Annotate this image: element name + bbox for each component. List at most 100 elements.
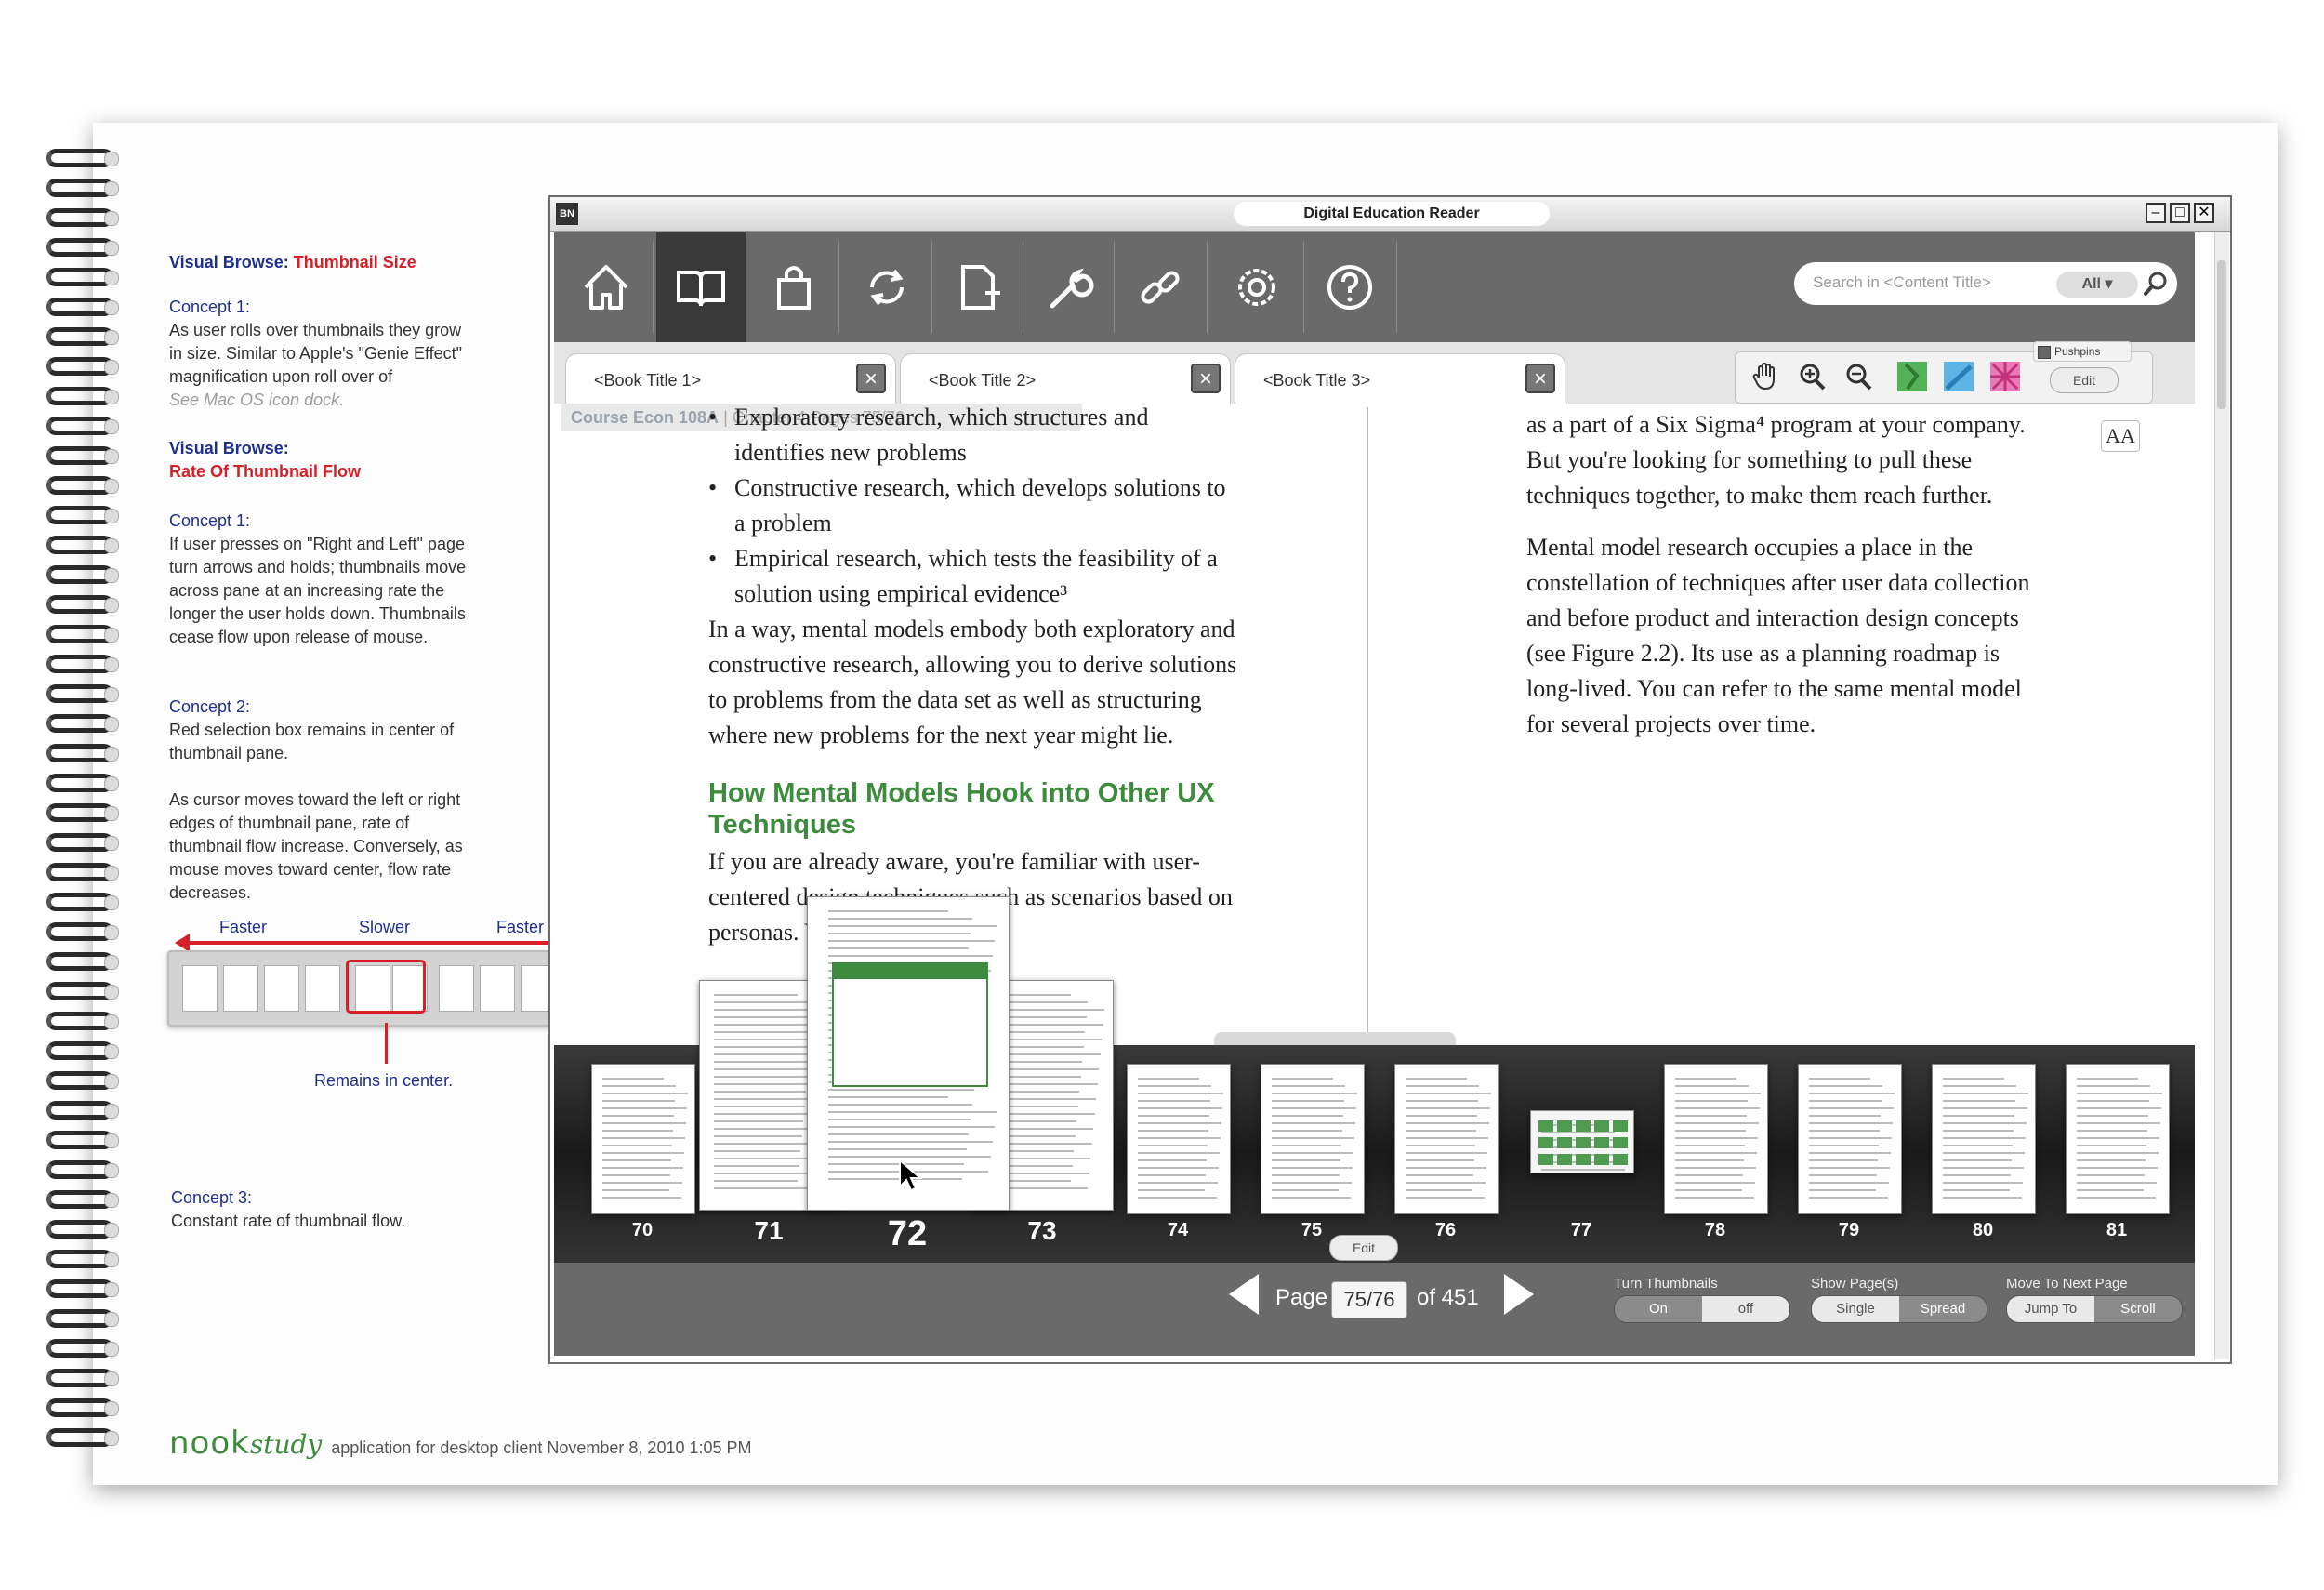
minimize-button[interactable]: – [2146, 203, 2166, 223]
thumbnail[interactable] [1261, 1064, 1365, 1214]
add-note-button[interactable] [933, 232, 1023, 342]
page-number-input[interactable]: 75/76 [1331, 1281, 1407, 1318]
text-line [1272, 1197, 1351, 1199]
text-line [1138, 1159, 1207, 1161]
tab-label: <Book Title 1> [594, 371, 702, 390]
library-button[interactable] [656, 232, 746, 342]
text-line [2077, 1100, 2150, 1102]
spread-page-option[interactable]: Spread [1899, 1296, 1987, 1322]
close-tab-button[interactable]: × [1191, 364, 1221, 393]
search-field[interactable]: Search in <Content Title> All ▾ [1794, 262, 2177, 305]
sync-button[interactable] [842, 232, 931, 342]
hand-icon [1752, 362, 1775, 391]
brand-logo-study: study [249, 1429, 323, 1460]
text-line [1406, 1107, 1491, 1109]
text-line [2077, 1159, 2146, 1161]
shop-button[interactable] [749, 232, 838, 342]
tab-label: <Book Title 2> [929, 371, 1037, 390]
thumbnail[interactable] [1127, 1064, 1231, 1214]
tools-button[interactable] [1024, 232, 1114, 342]
turn-thumbnails-toggle: On off [1614, 1295, 1790, 1323]
search-icon[interactable] [2142, 270, 2170, 298]
text-line [1272, 1130, 1342, 1132]
diagram-box [1557, 1120, 1572, 1132]
search-scope-dropdown[interactable]: All ▾ [2056, 272, 2138, 298]
text-line [1675, 1093, 1762, 1094]
pushpins-checkbox[interactable]: Pushpins [2033, 341, 2132, 362]
link-button[interactable] [1116, 232, 1205, 342]
text-line [1943, 1115, 2014, 1117]
vertical-scrollbar[interactable] [2214, 232, 2229, 1359]
tab-book-2[interactable]: <Book Title 2> × [900, 353, 1231, 404]
font-size-button[interactable]: AA [2101, 420, 2140, 452]
toggle-off-option[interactable]: off [1702, 1296, 1789, 1322]
text-line [1272, 1152, 1353, 1154]
next-page-button[interactable] [1504, 1274, 1534, 1315]
zoom-in-button[interactable] [1793, 358, 1830, 395]
text-line [827, 955, 993, 957]
text-line [1809, 1167, 1890, 1169]
pan-tool-button[interactable] [1747, 358, 1784, 395]
thumbnail-page-number: 72 [887, 1214, 928, 1253]
binding-hole [104, 568, 119, 583]
text-line [827, 918, 973, 920]
text-line [1138, 1100, 1211, 1102]
tab-book-3[interactable]: <Book Title 3> × [1235, 353, 1565, 404]
text-line [2077, 1145, 2146, 1146]
mouse-cursor-icon [898, 1158, 923, 1197]
previous-page-button[interactable] [1229, 1274, 1259, 1315]
footer-text: application for desktop client November … [331, 1438, 752, 1457]
text-line [1138, 1107, 1223, 1109]
toolbar-separator [838, 242, 839, 333]
text-line [1272, 1137, 1355, 1139]
view-tools: Pushpins Edit [1735, 341, 2153, 404]
close-tab-button[interactable]: × [1525, 364, 1555, 393]
thumbnail[interactable] [2066, 1064, 2170, 1214]
thumbnail-page-number: 76 [1434, 1220, 1457, 1240]
text-line [1138, 1189, 1205, 1191]
binding-hole [104, 1133, 119, 1148]
help-button[interactable] [1305, 232, 1394, 342]
thumbnail[interactable] [1798, 1064, 1902, 1214]
text-line [714, 1046, 811, 1048]
green-pushpin-button[interactable] [1894, 358, 1931, 395]
binding-hole [104, 449, 119, 464]
thumbnail[interactable] [1394, 1064, 1499, 1214]
maximize-button[interactable]: □ [2170, 203, 2190, 223]
settings-button[interactable] [1212, 232, 1301, 342]
move-to-next-page-control: Move To Next Page Jump To Scroll [2006, 1276, 2183, 1323]
close-window-button[interactable]: ✕ [2194, 203, 2214, 223]
thumbnail[interactable] [1932, 1064, 2036, 1214]
blue-pushpin-button[interactable] [1940, 358, 1977, 395]
pink-pushpin-button[interactable] [1987, 358, 2024, 395]
pushpins-edit-button[interactable]: Edit [2050, 367, 2119, 393]
toggle-on-option[interactable]: On [1615, 1296, 1702, 1322]
text-line [827, 1163, 965, 1165]
home-button[interactable] [561, 232, 651, 342]
text-line [2077, 1115, 2148, 1117]
zoom-out-button[interactable] [1840, 358, 1877, 395]
jump-to-option[interactable]: Jump To [2007, 1296, 2094, 1322]
thumbnail-page-number: 78 [1704, 1220, 1726, 1240]
close-tab-button[interactable]: × [856, 364, 886, 393]
thumbnail[interactable] [1530, 1110, 1634, 1173]
binding-hole [104, 509, 119, 523]
scroll-option[interactable]: Scroll [2094, 1296, 2182, 1322]
text-line [1809, 1145, 1879, 1146]
text-line [1541, 1169, 1626, 1171]
thumbnail[interactable] [1664, 1064, 1768, 1214]
concept-text: Constant rate of thumbnail flow. [171, 1212, 406, 1230]
text-line [602, 1107, 688, 1109]
single-page-option[interactable]: Single [1812, 1296, 1899, 1322]
text-line [1406, 1093, 1492, 1094]
text-line [1138, 1197, 1217, 1199]
thumbnail-page-number: 77 [1570, 1220, 1592, 1240]
bag-icon [777, 266, 811, 310]
text-line [1943, 1152, 2025, 1154]
binding-hole [104, 717, 119, 732]
text-line [714, 1120, 803, 1122]
pane-grip[interactable] [1214, 1032, 1456, 1045]
tab-book-1[interactable]: <Book Title 1> × [565, 353, 896, 404]
thumbnail[interactable] [591, 1064, 695, 1214]
scroll-thumb[interactable] [2217, 260, 2226, 409]
